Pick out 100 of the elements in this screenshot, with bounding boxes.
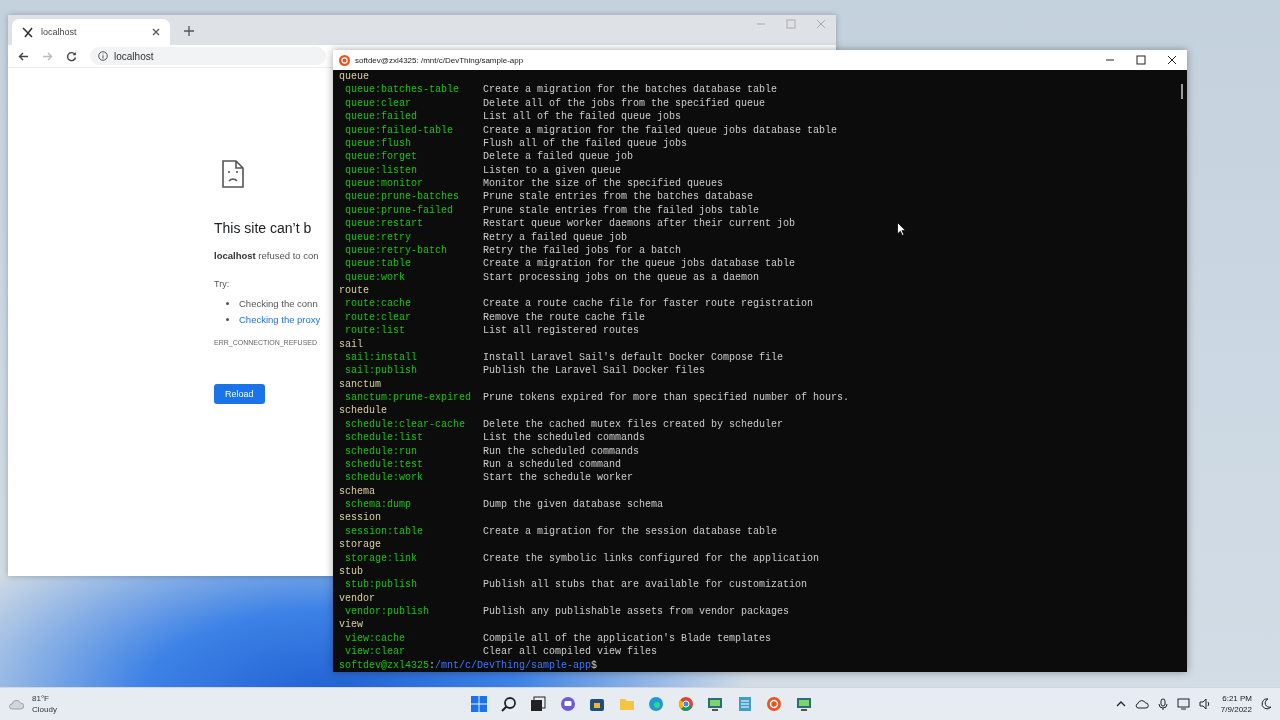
moon-icon[interactable] [1261, 698, 1272, 710]
command-name: queue:prune-batches [344, 190, 461, 204]
command-description: Delete a failed queue job [483, 150, 634, 164]
task-view-icon[interactable] [530, 696, 546, 712]
reload-button[interactable]: Reload [214, 384, 265, 404]
command-description: List all of the failed queue jobs [483, 110, 682, 124]
command-description: Delete the cached mutex files created by scheduler [483, 417, 784, 432]
prompt-separator: : [429, 658, 436, 672]
command-description: Publish the Laravel Sail Docker files [483, 364, 706, 378]
monitor-app-icon[interactable] [795, 696, 812, 712]
command-group: sanctum [339, 377, 381, 391]
command-description: Run a scheduled command [483, 457, 622, 472]
command-description: Install Laravel Sail's default Docker Compose file [483, 350, 784, 365]
command-name: queue:table [344, 257, 412, 271]
command-description: Clear all compiled view files [483, 645, 658, 659]
command-name: queue:flush [344, 136, 412, 151]
command-description: Run the scheduled commands [483, 444, 640, 458]
maximize-icon[interactable] [1136, 55, 1146, 65]
command-description: Create a migration for the batches database table [483, 83, 778, 97]
chat-icon[interactable] [559, 696, 576, 712]
command-description: Restart queue worker daemons after their current job [483, 217, 796, 231]
command-description: Start processing jobs on the queue as a daemon [483, 270, 760, 284]
command-description: Start the schedule worker [483, 471, 634, 485]
command-name: queue:forget [344, 150, 418, 164]
reload-icon[interactable] [66, 50, 77, 62]
mouse-pointer-icon [897, 222, 906, 236]
error-message: localhost refused to con [214, 250, 319, 261]
microphone-icon[interactable] [1157, 697, 1168, 711]
command-name: route:cache [344, 297, 412, 311]
close-icon[interactable] [152, 28, 160, 36]
try-label: Try: [214, 279, 230, 289]
command-description: Publish all stubs that are available for customization [483, 578, 808, 592]
monitor-icon[interactable] [1176, 698, 1190, 710]
error-heading: This site can’t b [214, 220, 312, 236]
command-name: route:clear [344, 310, 412, 325]
command-name: session:table [344, 524, 424, 539]
bullet-icon [226, 317, 229, 321]
command-description: Prune tokens expired for more than specified number of hours. [483, 391, 850, 405]
command-group: storage [339, 538, 381, 552]
ubuntu-logo-icon [339, 54, 350, 66]
prompt-symbol: $ [591, 658, 598, 672]
command-name: queue:retry [344, 230, 412, 244]
x-logo-icon [22, 26, 33, 38]
chrome-icon[interactable] [677, 696, 694, 712]
command-description: Listen to a given queue [483, 163, 622, 177]
command-description: Prune stale entries from the failed jobs table [483, 203, 760, 218]
info-icon [98, 51, 108, 61]
command-group: view [339, 618, 363, 632]
command-name: sanctum:prune-expired [344, 391, 473, 405]
close-icon[interactable] [1167, 55, 1177, 65]
chevron-up-icon[interactable] [1115, 699, 1126, 709]
monitor-app-icon[interactable] [707, 696, 723, 712]
command-name: sail:publish [344, 364, 418, 378]
window-title: softdev@zxl4325: /mnt/c/DevThing/sample-app [355, 55, 524, 65]
command-name: view:cache [344, 631, 406, 646]
scrollbar-thumb[interactable] [1180, 84, 1183, 99]
browser-tab[interactable]: localhost [12, 19, 170, 45]
speaker-icon[interactable] [1198, 698, 1212, 710]
clock-date[interactable]: 7/9/2022 [1220, 704, 1252, 715]
command-description: Delete all of the jobs from the specified queue [483, 96, 766, 111]
command-group: session [339, 511, 381, 525]
command-description: Dump the given database schema [483, 498, 664, 512]
command-name: queue:clear [344, 96, 412, 111]
command-description: Create a route cache file for faster route registration [483, 297, 814, 311]
command-name: queue:restart [344, 217, 424, 231]
ubuntu-icon[interactable] [766, 696, 782, 712]
command-name: sail:install [344, 350, 418, 365]
command-name: view:clear [344, 645, 406, 659]
command-description: Remove the route cache file [483, 310, 646, 325]
search-icon[interactable] [500, 696, 517, 712]
clock-time[interactable]: 6:21 PM [1222, 693, 1252, 704]
store-icon[interactable] [589, 696, 605, 712]
command-group: queue [339, 70, 369, 84]
plus-icon[interactable] [184, 26, 194, 36]
command-name: schedule:run [344, 444, 418, 458]
command-name: queue:failed [344, 110, 418, 124]
command-name: route:list [344, 324, 406, 338]
cloud-icon [8, 698, 24, 710]
command-name: queue:monitor [344, 177, 424, 191]
suggestion-link[interactable]: Checking the proxy [239, 313, 321, 325]
back-arrow-icon[interactable] [18, 50, 29, 62]
command-name: storage:link [344, 551, 418, 565]
command-name: queue:retry-batch [344, 243, 449, 258]
temperature: 81°F [32, 693, 50, 704]
command-group: stub [339, 564, 363, 579]
address-bar[interactable]: localhost [90, 47, 326, 65]
command-name: queue:work [344, 270, 406, 284]
command-description: Flush all of the failed queue jobs [483, 136, 688, 151]
command-name: schedule:work [344, 471, 424, 485]
bullet-icon [226, 301, 229, 305]
command-name: schedule:clear-cache [344, 417, 467, 432]
command-description: Create a migration for the session database table [483, 524, 778, 539]
browser-icon[interactable] [648, 696, 664, 712]
command-name: queue:failed-table [344, 123, 455, 137]
command-group: schedule [339, 404, 387, 418]
prompt-user: softdev@zxl4325 [339, 658, 429, 672]
command-description: Create a migration for the queue jobs database table [483, 257, 796, 271]
cloud-icon[interactable] [1134, 699, 1149, 709]
command-description: Retry a failed queue job [483, 230, 628, 244]
command-description: List all registered routes [483, 324, 640, 338]
